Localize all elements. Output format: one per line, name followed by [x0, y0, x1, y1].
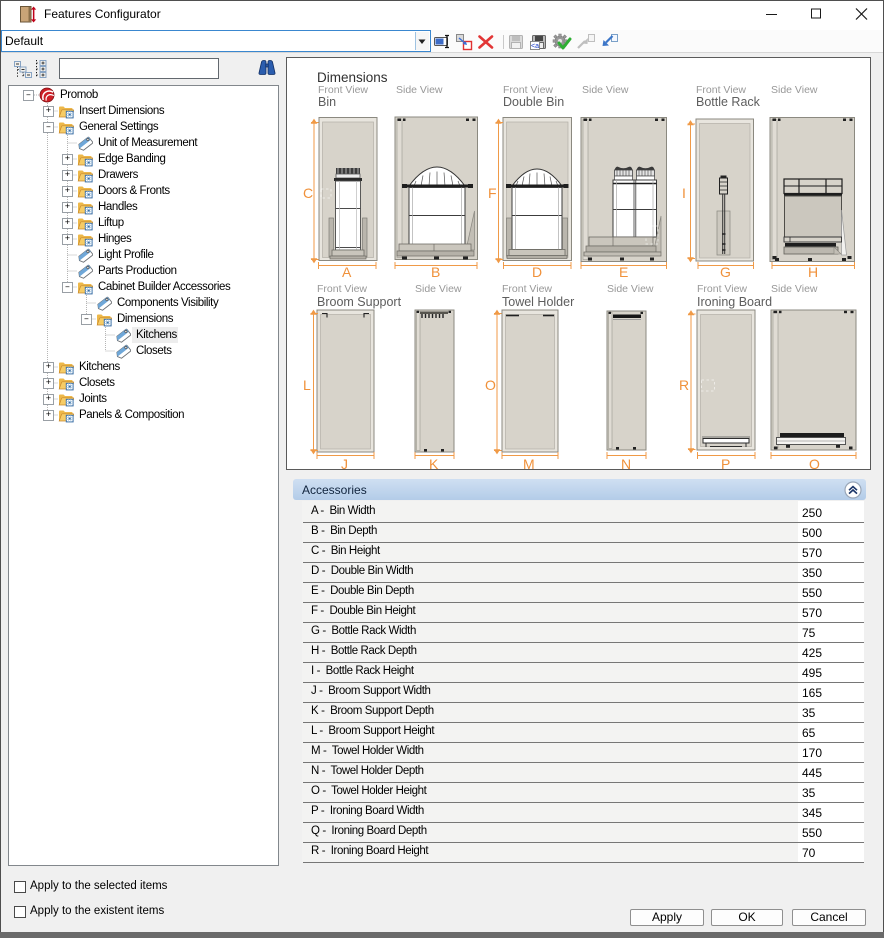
svg-text:Dimensions: Dimensions [317, 70, 388, 85]
svg-text:Bin: Bin [318, 95, 336, 109]
svg-text:Double Bin: Double Bin [503, 95, 564, 109]
svg-text:Side View: Side View [396, 84, 443, 96]
svg-text:N: N [621, 456, 631, 469]
svg-text:L: L [303, 377, 311, 393]
svg-text:A: A [342, 264, 352, 280]
svg-text:Q: Q [809, 456, 820, 469]
svg-text:Towel Holder: Towel Holder [502, 295, 574, 309]
svg-text:D: D [532, 264, 542, 280]
svg-text:K: K [429, 456, 439, 469]
svg-text:H: H [808, 264, 818, 280]
svg-text:Front View: Front View [502, 283, 552, 295]
svg-text:Bottle Rack: Bottle Rack [696, 95, 761, 109]
svg-text:G: G [720, 264, 731, 280]
svg-text:F: F [488, 185, 497, 201]
svg-text:Side View: Side View [771, 283, 818, 295]
svg-text:P: P [721, 456, 730, 469]
svg-text:I: I [682, 185, 686, 201]
svg-text:Side View: Side View [415, 283, 462, 295]
svg-text:Side View: Side View [607, 283, 654, 295]
svg-text:R: R [679, 377, 689, 393]
svg-text:Side View: Side View [771, 84, 818, 96]
svg-text:Front View: Front View [317, 283, 367, 295]
svg-text:Side View: Side View [582, 84, 629, 96]
svg-text:<a: <a [531, 43, 539, 50]
svg-text:Broom Support: Broom Support [317, 295, 402, 309]
svg-text:M: M [523, 456, 535, 469]
svg-text:Front View: Front View [697, 283, 747, 295]
svg-text:E: E [619, 264, 628, 280]
svg-text:B: B [431, 264, 440, 280]
svg-text:J: J [341, 456, 348, 469]
svg-text:C: C [303, 185, 313, 201]
svg-text:O: O [485, 377, 496, 393]
svg-text:Ironing Board: Ironing Board [697, 295, 772, 309]
